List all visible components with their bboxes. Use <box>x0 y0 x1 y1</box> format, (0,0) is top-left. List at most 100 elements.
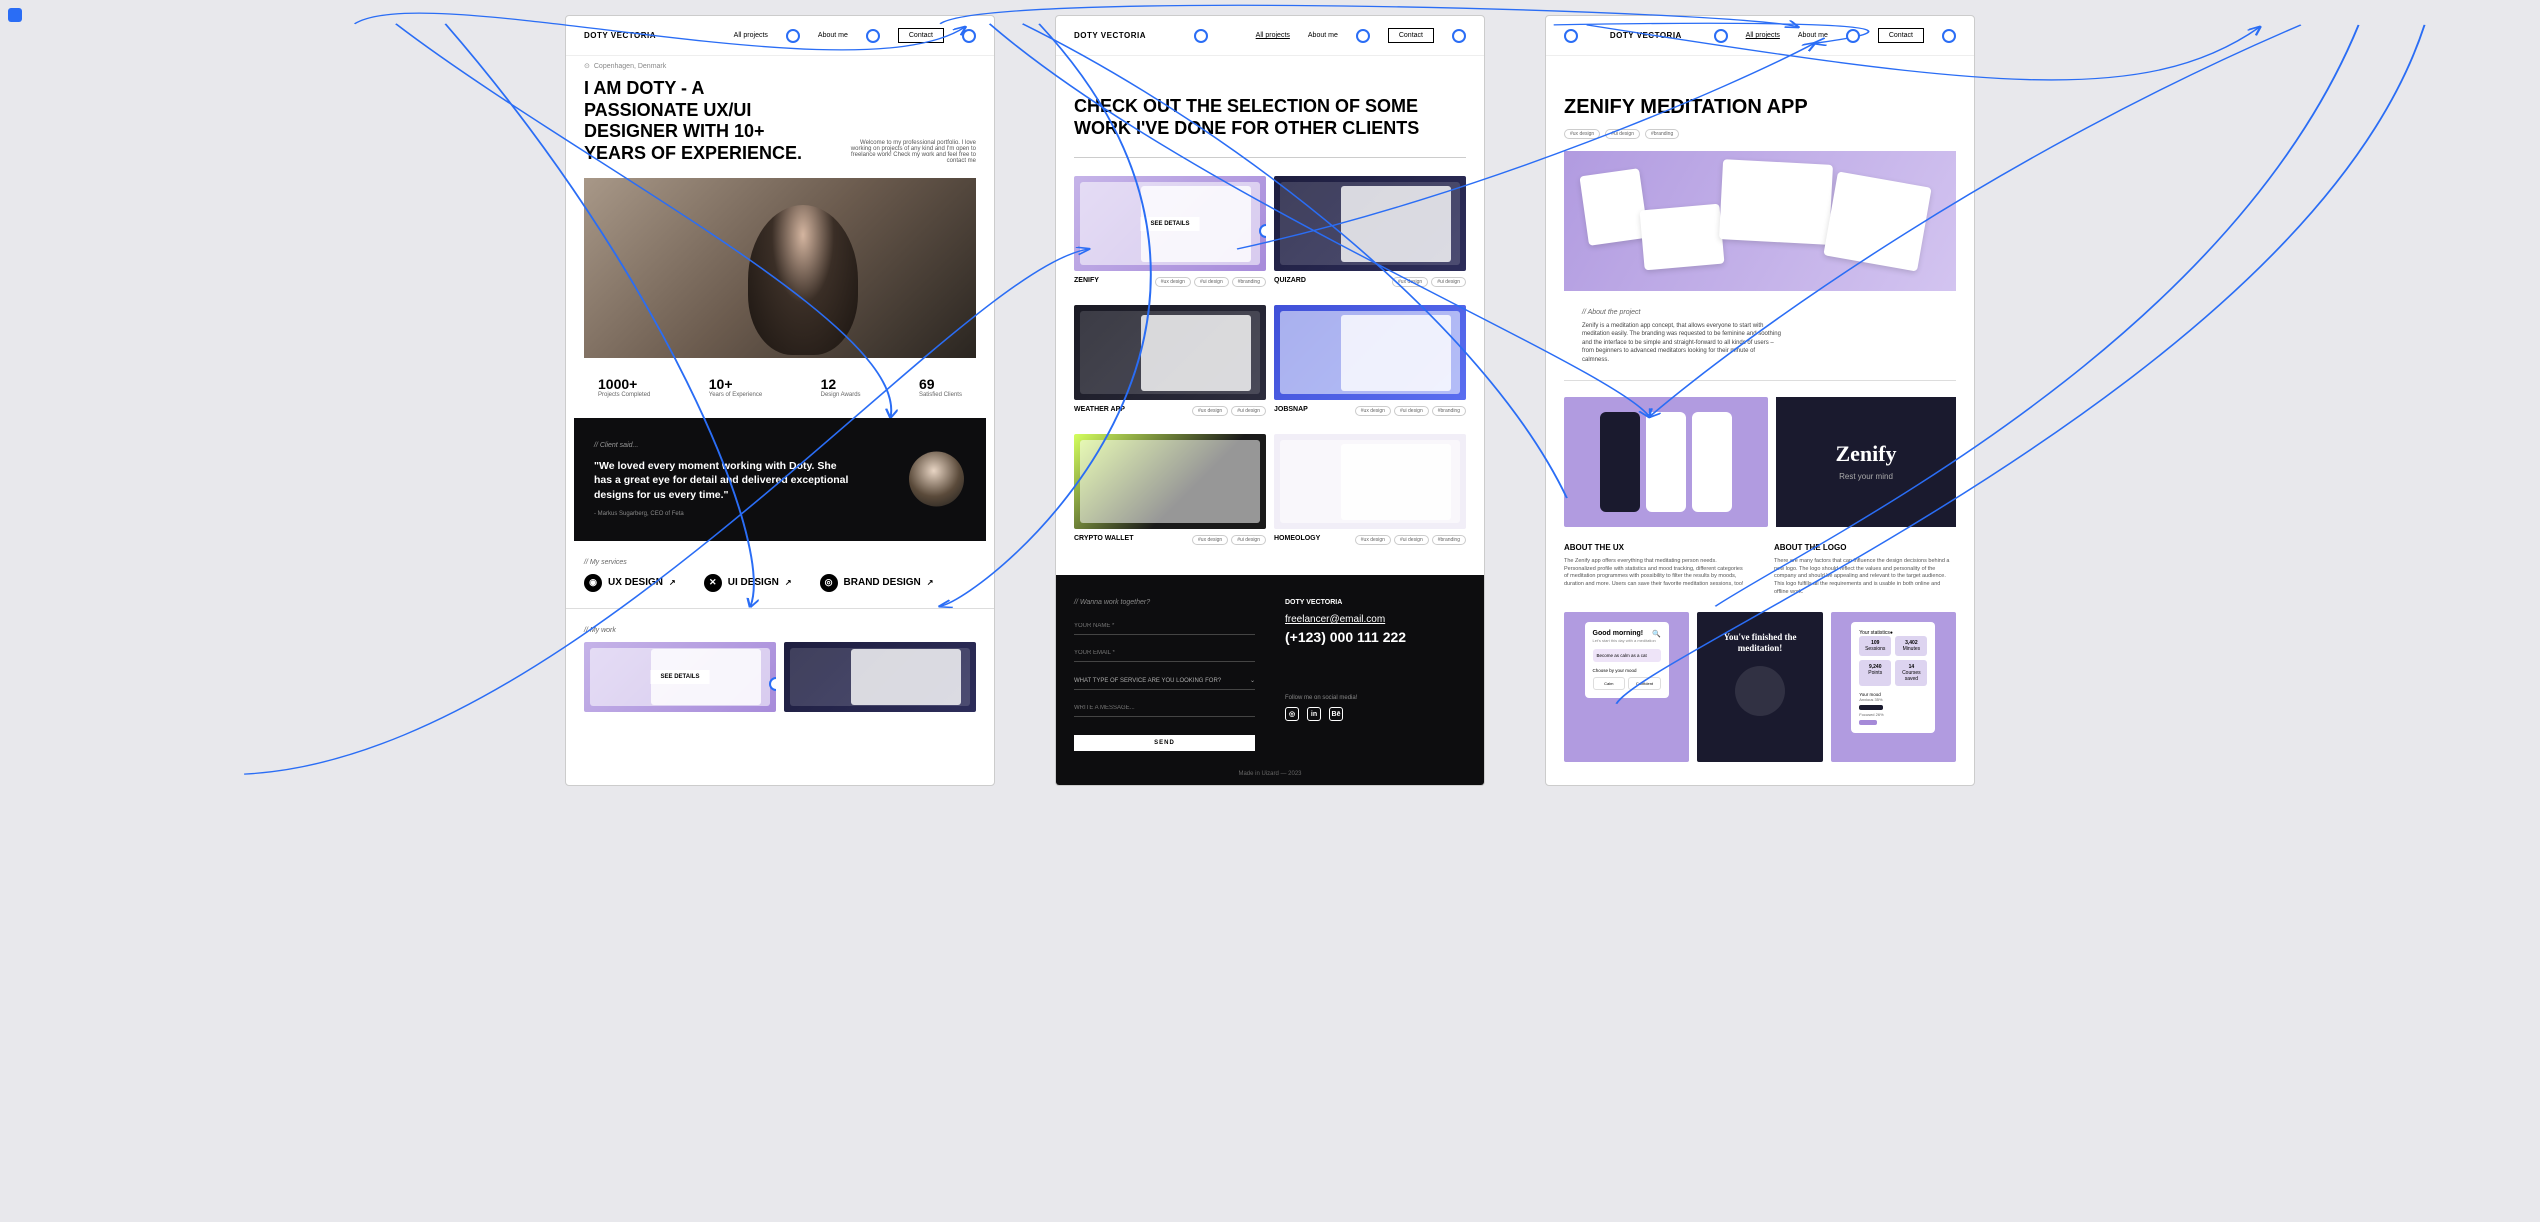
page-title-block: CHECK OUT THE SELECTION OF SOME WORK I'V… <box>1056 56 1484 176</box>
service-select[interactable]: WHAT TYPE OF SERVICE ARE YOU LOOKING FOR… <box>1074 672 1255 690</box>
wire-node[interactable] <box>1942 29 1956 43</box>
nav-all-projects[interactable]: All projects <box>734 32 768 39</box>
nav-about[interactable]: About me <box>818 32 848 39</box>
footer-phone: (+123) 000 111 222 <box>1285 629 1466 645</box>
testimonial-eyebrow: // Client said... <box>594 442 966 449</box>
panel-good-morning: Good morning!🔍 Let's start this day with… <box>1564 612 1689 762</box>
hero-section: I AM DOTY - A PASSIONATE UX/UI DESIGNER … <box>566 70 994 178</box>
hero-intro: Welcome to my professional portfolio. I … <box>846 140 976 164</box>
send-button[interactable]: SEND <box>1074 735 1255 751</box>
ux-icon: ◉ <box>584 574 602 592</box>
ui-icon: ✕ <box>704 574 722 592</box>
service-brand[interactable]: ◎BRAND DESIGN↗ <box>820 574 934 592</box>
project-tile-homeology[interactable] <box>1274 434 1466 529</box>
about-logo: ABOUT THE LOGO There are many factors th… <box>1774 543 1956 596</box>
work-tile-zenify[interactable]: SEE DETAILS <box>584 642 776 712</box>
showcase-screens <box>1564 397 1768 527</box>
arrow-icon: ↗ <box>669 578 676 587</box>
nav-about[interactable]: About me <box>1798 32 1828 39</box>
name-input[interactable] <box>1074 618 1255 635</box>
stat-projects: 1000+Projects Completed <box>598 376 650 399</box>
location-text: Copenhagen, Denmark <box>594 63 666 70</box>
nav-about[interactable]: About me <box>1308 32 1338 39</box>
logo[interactable]: DOTY VECTORIA <box>584 31 656 40</box>
avatar-icon: ● <box>1890 630 1893 636</box>
header: DOTY VECTORIA All projects About me Cont… <box>1056 16 1484 56</box>
finished-text: You've finished the meditation! <box>1707 632 1812 654</box>
project-tile-weather[interactable] <box>1074 305 1266 400</box>
project-tags: #ux design #ui design #branding <box>1546 129 1974 151</box>
search-icon[interactable]: 🔍 <box>1652 630 1661 638</box>
project-showcase: Zenify Rest your mind <box>1546 397 1974 543</box>
see-details-button[interactable]: SEE DETAILS <box>1141 217 1200 231</box>
service-ui[interactable]: ✕UI DESIGN↗ <box>704 574 792 592</box>
wire-node[interactable] <box>1564 29 1578 43</box>
nav: All projects About me Contact <box>734 28 976 43</box>
contact-button[interactable]: Contact <box>1878 28 1924 43</box>
project-description-cols: ABOUT THE UX The Zenify app offers every… <box>1546 543 1974 612</box>
wire-node[interactable] <box>866 29 880 43</box>
wire-node[interactable] <box>1259 224 1266 238</box>
instagram-icon[interactable]: ◎ <box>1285 707 1299 721</box>
about-ux: ABOUT THE UX The Zenify app offers every… <box>1564 543 1746 596</box>
project-name: JOBSNAP <box>1274 406 1308 413</box>
nav: All projects About me Contact <box>1714 28 1956 43</box>
contact-button[interactable]: Contact <box>898 28 944 43</box>
header: DOTY VECTORIA All projects About me Cont… <box>1546 16 1974 56</box>
social-links: ◎ in Bē <box>1285 707 1466 721</box>
project-title: ZENIFY MEDITATION APP <box>1564 96 1956 119</box>
ux-title: ABOUT THE UX <box>1564 543 1746 552</box>
project-tile-zenify[interactable]: SEE DETAILS <box>1074 176 1266 271</box>
showcase-logo: Zenify Rest your mind <box>1776 397 1956 527</box>
about-project: // About the project Zenify is a meditat… <box>1564 309 1956 381</box>
logo[interactable]: DOTY VECTORIA <box>1074 31 1146 40</box>
wire-node[interactable] <box>786 29 800 43</box>
wire-node[interactable] <box>1846 29 1860 43</box>
footer-email[interactable]: freelancer@email.com <box>1285 614 1466 625</box>
projects-grid: SEE DETAILS ZENIFY#ux design#ui design#b… <box>1056 176 1484 555</box>
project-hero-image <box>1564 151 1956 291</box>
frame-project-detail[interactable]: DOTY VECTORIA All projects About me Cont… <box>1545 15 1975 786</box>
selection-indicator <box>8 8 22 22</box>
project-tile-jobsnap[interactable] <box>1274 305 1466 400</box>
see-details-button[interactable]: SEE DETAILS <box>651 670 710 684</box>
project-tile-crypto[interactable] <box>1074 434 1266 529</box>
work-row: SEE DETAILS <box>566 642 994 720</box>
location: ⊙ Copenhagen, Denmark <box>566 56 994 70</box>
work-tile-quizard[interactable] <box>784 642 976 712</box>
message-input[interactable] <box>1074 700 1255 717</box>
brand-icon: ◎ <box>820 574 838 592</box>
frame-home[interactable]: DOTY VECTORIA All projects About me Cont… <box>565 15 995 786</box>
chevron-down-icon: ⌄ <box>1250 677 1255 684</box>
footer-brand: DOTY VECTORIA <box>1285 599 1466 606</box>
footer: // Wanna work together? WHAT TYPE OF SER… <box>1056 575 1484 763</box>
testimonial-author: - Markus Sugarberg, CEO of Feta <box>594 511 966 517</box>
footer-eyebrow: // Wanna work together? <box>1074 599 1255 606</box>
project-name: CRYPTO WALLET <box>1074 535 1134 542</box>
about-text: Zenify is a meditation app concept, that… <box>1582 322 1782 364</box>
wire-node[interactable] <box>1356 29 1370 43</box>
brand-name: Zenify <box>1835 441 1896 467</box>
stats-row: 1000+Projects Completed 10+Years of Expe… <box>566 358 994 417</box>
project-tile-quizard[interactable] <box>1274 176 1466 271</box>
arrow-icon: ↗ <box>927 578 934 587</box>
logo-title: ABOUT THE LOGO <box>1774 543 1956 552</box>
wire-node[interactable] <box>1452 29 1466 43</box>
wire-node[interactable] <box>1714 29 1728 43</box>
wire-node[interactable] <box>1194 29 1208 43</box>
service-ux[interactable]: ◉UX DESIGN↗ <box>584 574 676 592</box>
testimonial-avatar <box>909 452 964 507</box>
logo[interactable]: DOTY VECTORIA <box>1610 31 1682 40</box>
email-input[interactable] <box>1074 645 1255 662</box>
contact-button[interactable]: Contact <box>1388 28 1434 43</box>
wire-node[interactable] <box>769 677 776 691</box>
nav-all-projects[interactable]: All projects <box>1256 32 1290 39</box>
linkedin-icon[interactable]: in <box>1307 707 1321 721</box>
services-row: ◉UX DESIGN↗ ✕UI DESIGN↗ ◎BRAND DESIGN↗ <box>566 574 994 609</box>
about-eyebrow: // About the project <box>1582 309 1938 316</box>
wire-node[interactable] <box>962 29 976 43</box>
behance-icon[interactable]: Bē <box>1329 707 1343 721</box>
nav-all-projects[interactable]: All projects <box>1746 32 1780 39</box>
frame-projects[interactable]: DOTY VECTORIA All projects About me Cont… <box>1055 15 1485 786</box>
stat-awards: 12Design Awards <box>821 376 861 399</box>
